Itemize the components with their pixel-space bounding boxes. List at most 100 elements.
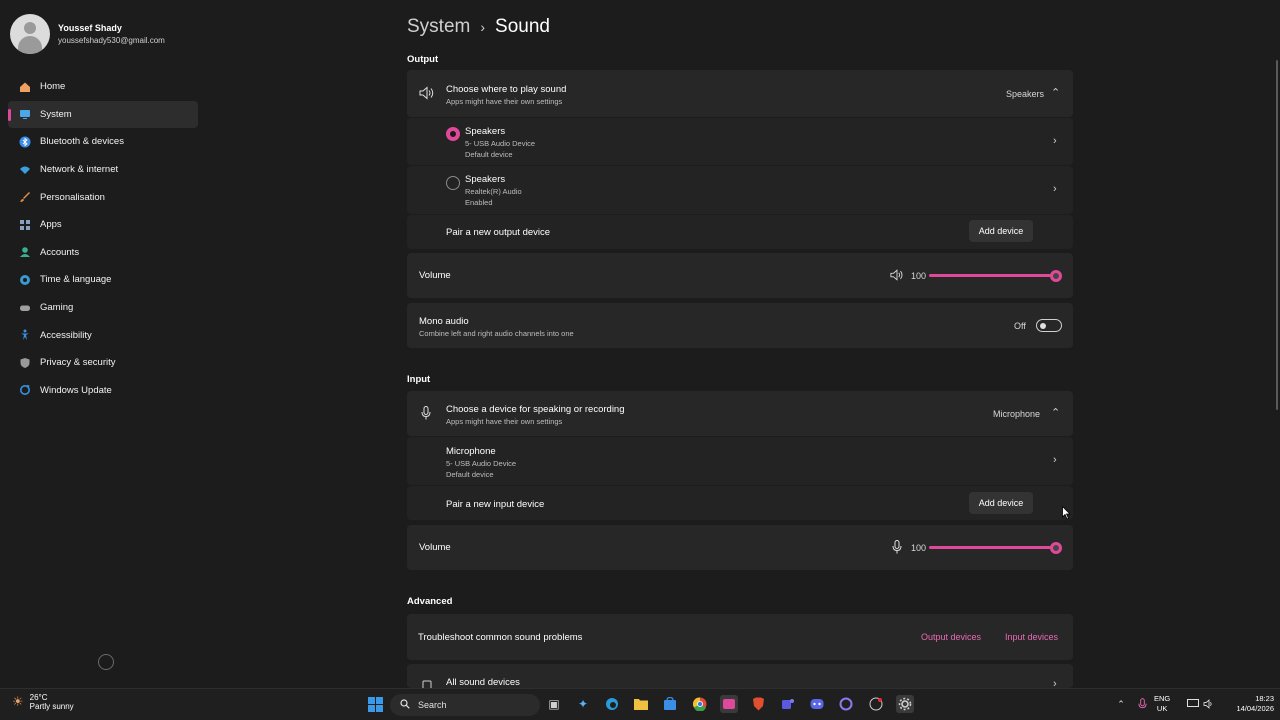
output-volume-slider-track[interactable] xyxy=(929,274,1057,277)
mono-audio-subtitle: Combine left and right audio channels in… xyxy=(419,329,574,338)
output-device-radio[interactable] xyxy=(446,127,460,141)
profile[interactable]: Youssef Shady youssefshady530@gmail.com xyxy=(10,14,165,54)
output-devices-link[interactable]: Output devices xyxy=(921,632,981,642)
sidebar-item-label: Apps xyxy=(40,219,62,231)
output-choose-subtitle: Apps might have their own settings xyxy=(446,97,563,106)
sidebar-item-accounts[interactable]: Accounts xyxy=(8,239,198,267)
clock-time: 18:23 xyxy=(1255,694,1274,703)
input-devices-link[interactable]: Input devices xyxy=(1005,632,1058,642)
output-device-name: Speakers xyxy=(465,126,506,137)
sidebar-item-label: Network & internet xyxy=(40,164,119,176)
store-icon[interactable] xyxy=(661,695,679,713)
chevron-up-icon[interactable]: ⌃ xyxy=(1051,86,1060,99)
mouse-cursor-icon xyxy=(1062,506,1071,520)
output-volume-row: Volume 100 xyxy=(407,253,1073,298)
sidebar-nav: Home System Bluetooth & devices Network … xyxy=(8,73,198,404)
sidebar-item-home[interactable]: Home xyxy=(8,73,198,101)
bluetooth-icon xyxy=(18,135,32,149)
discord-icon[interactable] xyxy=(808,695,826,713)
settings-gear-icon[interactable] xyxy=(896,695,914,713)
chevron-up-icon[interactable]: ⌃ xyxy=(1051,406,1060,419)
language-code: ENG xyxy=(1154,694,1171,703)
all-sound-devices-label: All sound devices xyxy=(446,677,520,688)
tray-microphone-icon[interactable] xyxy=(1133,695,1151,713)
app-badge-icon[interactable] xyxy=(867,695,885,713)
clock[interactable]: 18:23 14/04/2026 xyxy=(1220,694,1274,714)
sidebar-item-apps[interactable]: Apps xyxy=(8,211,198,239)
output-device-row[interactable]: Speakers 5- USB Audio Device Default dev… xyxy=(407,118,1073,165)
sidebar-item-label: Accessibility xyxy=(40,329,92,341)
input-volume-slider-thumb[interactable] xyxy=(1050,541,1062,554)
system-icon xyxy=(18,107,32,121)
brave-icon[interactable] xyxy=(749,695,767,713)
output-device-status: Default device xyxy=(465,150,513,159)
output-device-radio[interactable] xyxy=(446,176,460,190)
chrome-icon[interactable] xyxy=(691,695,709,713)
mono-audio-toggle[interactable] xyxy=(1036,319,1062,332)
mono-audio-row: Mono audio Combine left and right audio … xyxy=(407,303,1073,348)
teams-icon[interactable] xyxy=(779,695,797,713)
sidebar-item-label: Accounts xyxy=(40,246,80,258)
clock-date: 14/04/2026 xyxy=(1236,704,1274,713)
weather-description: Partly sunny xyxy=(29,702,74,711)
input-device-selector[interactable]: Choose a device for speaking or recordin… xyxy=(407,391,1073,436)
breadcrumb-parent[interactable]: System xyxy=(407,16,470,38)
add-input-device-button[interactable]: Add device xyxy=(969,492,1033,514)
globe-icon xyxy=(18,273,32,287)
sidebar-item-windows-update[interactable]: Windows Update xyxy=(8,377,198,405)
input-device-row[interactable]: Microphone 5- USB Audio Device Default d… xyxy=(407,437,1073,485)
input-choose-title: Choose a device for speaking or recordin… xyxy=(446,404,625,415)
mono-audio-state: Off xyxy=(1014,321,1026,331)
sidebar-item-accessibility[interactable]: Accessibility xyxy=(8,321,198,349)
sidebar-item-gaming[interactable]: Gaming xyxy=(8,294,198,322)
output-choose-title: Choose where to play sound xyxy=(446,84,567,95)
sidebar-item-privacy[interactable]: Privacy & security xyxy=(8,349,198,377)
microphone-icon xyxy=(421,406,431,425)
chevron-right-icon[interactable]: › xyxy=(1053,454,1057,466)
sidebar-item-bluetooth[interactable]: Bluetooth & devices xyxy=(8,128,198,156)
sidebar-item-time-language[interactable]: Time & language xyxy=(8,266,198,294)
sidebar-item-label: Gaming xyxy=(40,302,74,314)
chevron-up-icon[interactable]: ⌃ xyxy=(1112,695,1130,713)
sidebar-item-label: Bluetooth & devices xyxy=(40,136,124,148)
advanced-section-label: Advanced xyxy=(407,596,453,607)
home-icon xyxy=(18,80,32,94)
update-icon xyxy=(18,383,32,397)
edge-icon[interactable] xyxy=(603,695,621,713)
input-device-detail: 5- USB Audio Device xyxy=(446,459,517,468)
taskbar-search[interactable]: Search xyxy=(390,694,540,716)
copilot-icon[interactable]: ✦ xyxy=(574,695,592,713)
volume-microphone-icon[interactable] xyxy=(892,540,902,559)
input-volume-slider-track[interactable] xyxy=(929,546,1057,549)
task-view-icon[interactable]: ▣ xyxy=(545,695,563,713)
language-indicator[interactable]: ENG UK xyxy=(1154,694,1170,714)
tray-speaker-icon[interactable] xyxy=(1200,695,1218,713)
output-device-selector[interactable]: Choose where to play sound Apps might ha… xyxy=(407,70,1073,117)
chevron-right-icon[interactable]: › xyxy=(1053,135,1057,147)
scrollbar[interactable] xyxy=(1276,60,1278,410)
settings-window: Youssef Shady youssefshady530@gmail.com … xyxy=(0,0,1280,690)
output-volume-slider-thumb[interactable] xyxy=(1050,269,1062,282)
app-circle-icon[interactable] xyxy=(837,695,855,713)
add-output-device-button[interactable]: Add device xyxy=(969,220,1033,242)
output-volume-value: 100 xyxy=(911,271,927,281)
file-explorer-icon[interactable] xyxy=(632,695,650,713)
start-button[interactable] xyxy=(366,695,384,713)
all-sound-devices-row[interactable]: All sound devices › xyxy=(407,664,1073,690)
sidebar-item-label: Windows Update xyxy=(40,384,112,396)
output-device-row[interactable]: Speakers Realtek(R) Audio Enabled › xyxy=(407,166,1073,214)
partly-sunny-icon: ☀ xyxy=(12,694,24,709)
pair-input-row: Pair a new input device Add device xyxy=(407,486,1073,520)
input-volume-row: Volume 100 xyxy=(407,525,1073,570)
sidebar-item-label: Privacy & security xyxy=(40,357,116,369)
input-volume-value: 100 xyxy=(911,543,927,553)
weather-widget[interactable]: ☀ 26°C Partly sunny xyxy=(12,693,74,711)
sidebar-item-system[interactable]: System xyxy=(8,100,198,129)
chevron-right-icon[interactable]: › xyxy=(1053,183,1057,195)
breadcrumb: System › Sound xyxy=(407,16,550,38)
app-icon[interactable] xyxy=(720,695,738,713)
volume-speaker-icon[interactable] xyxy=(890,268,904,287)
sidebar-item-network[interactable]: Network & internet xyxy=(8,156,198,184)
sidebar-item-personalisation[interactable]: Personalisation xyxy=(8,183,198,211)
profile-email: youssefshady530@gmail.com xyxy=(58,36,165,45)
